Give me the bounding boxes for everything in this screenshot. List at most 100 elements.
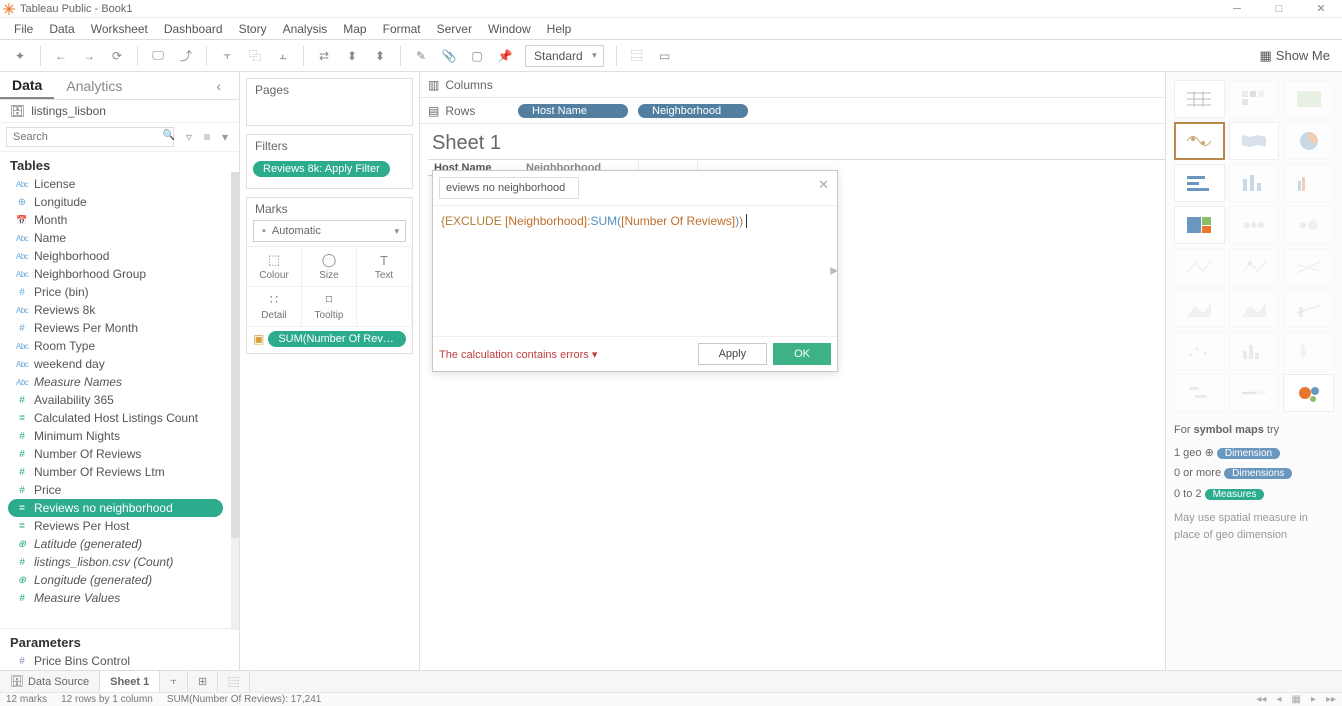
sm-line-cont[interactable] [1174,248,1225,286]
menu-format[interactable]: Format [375,22,429,36]
field-item[interactable]: Longitude (generated) [0,571,231,589]
field-item[interactable]: Reviews Per Host [0,517,231,535]
sm-hbar[interactable] [1174,164,1225,202]
parameter-item[interactable]: Price Bins Control [0,652,239,670]
tab-data[interactable]: Data [0,72,54,99]
mark-size[interactable]: ◯Size [302,247,357,287]
sm-area-disc[interactable] [1229,290,1280,328]
menu-dashboard[interactable]: Dashboard [156,22,231,36]
cards-button[interactable]: ⿳ [625,44,649,68]
pin-button[interactable]: 📌 [493,44,517,68]
new-story-tab[interactable]: ⿳ [218,671,250,692]
field-item[interactable]: Neighborhood [0,247,231,265]
menu-analysis[interactable]: Analysis [275,22,336,36]
calc-apply-button[interactable]: Apply [698,343,768,365]
sm-symbol-map[interactable] [1174,122,1225,160]
field-item[interactable]: Calculated Host Listings Count [0,409,231,427]
sm-pie[interactable] [1283,122,1334,160]
field-item[interactable]: Reviews no neighborhood [8,499,223,517]
field-item[interactable]: Neighborhood Group [0,265,231,283]
field-item[interactable]: Month [0,211,231,229]
sm-histogram[interactable] [1229,332,1280,370]
menu-map[interactable]: Map [335,22,374,36]
rows-pill-neigh[interactable]: Neighborhood [638,104,748,118]
menu-window[interactable]: Window [480,22,539,36]
field-item[interactable]: Latitude (generated) [0,535,231,553]
sm-packed-bubbles[interactable] [1283,374,1334,412]
sm-filled-map[interactable] [1229,122,1280,160]
field-item[interactable]: License [0,175,231,193]
sm-area-cont[interactable] [1174,290,1225,328]
mark-detail[interactable]: ∷Detail [247,287,302,327]
sheet-title[interactable]: Sheet 1 [420,124,1165,159]
new-dashboard-tab[interactable]: ⊞ [188,671,218,692]
status-filmstrip[interactable]: ▦ [1291,694,1300,705]
field-item[interactable]: Longitude [0,193,231,211]
field-item[interactable]: Price (bin) [0,283,231,301]
sm-dual-combo[interactable] [1283,290,1334,328]
calc-close-button[interactable]: ✕ [818,177,829,193]
mark-text[interactable]: TText [357,247,412,287]
marks-type-select[interactable]: Automatic [253,220,406,242]
scrollbar[interactable] [231,172,239,630]
show-me-toggle[interactable]: ▦ Show Me [1260,48,1331,64]
group-button[interactable]: 📎 [437,44,461,68]
status-nav-last[interactable]: ▸▸ [1326,694,1336,705]
clear-button[interactable]: ⫠ [271,44,295,68]
rows-shelf[interactable]: ▤ Rows Host Name Neighborhood [420,98,1165,124]
new-datasource-button[interactable]: 🖵 [146,44,170,68]
fit-select[interactable]: Standard [525,45,604,67]
sm-treemap[interactable] [1174,206,1225,244]
field-item[interactable]: Measure Names [0,373,231,391]
mark-tooltip[interactable]: ⌑Tooltip [302,287,357,327]
filter-icon[interactable]: ▿ [181,130,197,144]
maximize-button[interactable]: □ [1258,0,1300,18]
field-item[interactable]: weekend day [0,355,231,373]
menu-server[interactable]: Server [429,22,480,36]
columns-shelf[interactable]: ▥ Columns [420,72,1165,98]
presentation-button[interactable]: ▭ [653,44,677,68]
auto-update-button[interactable]: ⤴ [174,44,198,68]
save-button[interactable]: ⟳ [105,44,129,68]
field-item[interactable]: Name [0,229,231,247]
sm-line-disc[interactable] [1229,248,1280,286]
status-nav-next[interactable]: ▸ [1311,694,1316,705]
new-worksheet-tab[interactable]: ⫟ [160,671,188,692]
collapse-pane-icon[interactable]: ‹ [204,72,233,99]
field-item[interactable]: Availability 365 [0,391,231,409]
labels-button[interactable]: ▢ [465,44,489,68]
swap-button[interactable]: ⇄ [312,44,336,68]
datasource-item[interactable]: 🗄 listings_lisbon [0,100,239,123]
field-item[interactable]: Minimum Nights [0,427,231,445]
sm-heatmap[interactable] [1229,80,1280,118]
sm-circle-views[interactable] [1229,206,1280,244]
field-item[interactable]: Room Type [0,337,231,355]
filter-pill[interactable]: Reviews 8k: Apply Filter [253,161,390,177]
field-item[interactable]: Number Of Reviews [0,445,231,463]
menu-file[interactable]: File [6,22,41,36]
sort-desc-button[interactable]: ⬍ [368,44,392,68]
calc-error-message[interactable]: The calculation contains errors ▾ [439,348,692,361]
rows-pill-host[interactable]: Host Name [518,104,628,118]
filters-card[interactable]: Filters Reviews 8k: Apply Filter [246,134,413,189]
field-item[interactable]: Number Of Reviews Ltm [0,463,231,481]
calc-name-input[interactable] [439,177,579,199]
pages-card[interactable]: Pages [246,78,413,126]
sm-side-circle[interactable] [1283,206,1334,244]
back-button[interactable]: ← [49,44,73,68]
minimize-button[interactable]: ─ [1216,0,1258,18]
sm-stacked-bar[interactable] [1229,164,1280,202]
sm-text-table[interactable] [1174,80,1225,118]
tab-data-source[interactable]: 🗄 Data Source [0,671,100,692]
sm-dual-line[interactable] [1283,248,1334,286]
duplicate-button[interactable]: ⿻ [243,44,267,68]
sm-side-bar[interactable] [1283,164,1334,202]
expand-icon[interactable]: ▶ [830,266,838,277]
sm-gantt[interactable] [1174,374,1225,412]
field-item[interactable]: Reviews 8k [0,301,231,319]
marks-measure-pill[interactable]: SUM(Number Of Review.. [268,331,406,347]
tab-sheet-1[interactable]: Sheet 1 [100,671,160,692]
menu-help[interactable]: Help [539,22,580,36]
menu-story[interactable]: Story [231,22,275,36]
sm-bullet[interactable] [1229,374,1280,412]
